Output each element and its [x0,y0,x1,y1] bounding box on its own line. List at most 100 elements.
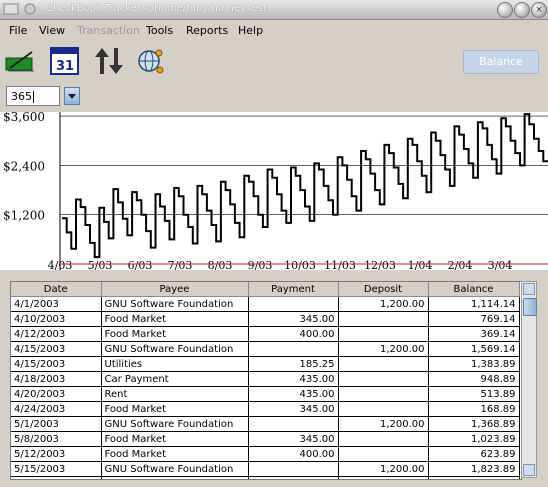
cell-balance[interactable]: 1,823.89 [428,461,520,477]
table-row[interactable]: 5/15/2003 GNU Software Foundation 1,200.00… [11,461,520,477]
cell-date[interactable]: 5/1/2003 [11,416,102,432]
sticky-icon[interactable] [22,2,38,16]
cell-payee[interactable]: GNU Software Foundation [101,296,249,312]
cell-date[interactable]: 5/12/2003 [11,446,102,462]
cell-balance[interactable]: 1,569.14 [428,341,520,357]
cell-balance[interactable]: 948.89 [428,371,520,387]
cell-balance[interactable]: 623.89 [428,446,520,462]
cell-balance[interactable]: 1,023.89 [428,431,520,447]
transaction-table[interactable]: Date Payee Payment Deposit Balance 4/1/2… [10,281,522,480]
table-scrollbar[interactable] [521,281,537,478]
cell-payee[interactable]: GNU Software Foundation [101,461,249,477]
cell-payment[interactable]: 185.25 [248,356,339,372]
balance-button[interactable]: Balance [463,50,539,74]
cell-date[interactable]: 4/18/2003 [11,371,102,387]
table-row[interactable]: 4/1/2003 GNU Software Foundation 1,200.00 1… [11,296,520,312]
cell-deposit[interactable]: 1,200.00 [338,296,429,312]
cell-payment[interactable] [248,296,339,312]
table-row[interactable]: 4/24/2003 Food Market 345.00 168.89 [11,401,520,417]
days-input[interactable]: 365 [6,86,60,106]
close-button[interactable]: × [531,2,547,18]
menu-help[interactable]: Help [238,24,263,37]
cell-deposit[interactable]: 1,200.00 [338,416,429,432]
cell-balance[interactable]: 1,368.89 [428,416,520,432]
scroll-thumb[interactable] [523,298,537,316]
cell-deposit[interactable] [338,326,429,342]
horizontal-scroll-strip[interactable] [0,480,548,487]
cell-date[interactable]: 4/20/2003 [11,386,102,402]
cell-balance[interactable]: 168.89 [428,401,520,417]
column-header-date[interactable]: Date [11,282,102,297]
cell-payee[interactable]: Utilities [101,356,249,372]
menu-tools[interactable]: Tools [146,24,173,37]
window-menu-icon[interactable] [3,2,19,16]
scroll-up-arrow[interactable] [523,283,535,295]
maximize-button[interactable] [514,2,530,18]
cell-deposit[interactable] [338,386,429,402]
cell-payment[interactable]: 345.00 [248,431,339,447]
cell-deposit[interactable] [338,431,429,447]
cell-payee[interactable]: Food Market [101,326,249,342]
table-row[interactable]: 4/15/2003 GNU Software Foundation 1,200.00… [11,341,520,357]
table-row[interactable]: 4/15/2003 Utilities 185.25 1,383.89 [11,356,520,372]
scroll-down-arrow[interactable] [523,464,535,476]
column-header-payment[interactable]: Payment [248,282,339,297]
cell-balance[interactable]: 369.14 [428,326,520,342]
cell-deposit[interactable] [338,311,429,327]
table-row[interactable]: 4/18/2003 Car Payment 435.00 948.89 [11,371,520,387]
cell-date[interactable]: 5/8/2003 [11,431,102,447]
cell-date[interactable]: 4/15/2003 [11,341,102,357]
column-header-deposit[interactable]: Deposit [338,282,429,297]
title-bar[interactable]: CheckBook Tracker - /home/tony/money.tes… [0,0,548,20]
table-row[interactable]: 5/1/2003 GNU Software Foundation 1,200.00 1… [11,416,520,432]
cell-payee[interactable]: Rent [101,386,249,402]
menu-view[interactable]: View [39,24,65,37]
cell-balance[interactable]: 1,114.14 [428,296,520,312]
cell-payee[interactable]: Food Market [101,401,249,417]
minimize-button[interactable] [497,2,513,18]
table-row[interactable]: 5/8/2003 Food Market 345.00 1,023.89 [11,431,520,447]
cell-payment[interactable]: 345.00 [248,311,339,327]
transfer-arrows-icon[interactable] [92,44,126,78]
cell-deposit[interactable] [338,401,429,417]
table-row[interactable]: 4/12/2003 Food Market 400.00 369.14 [11,326,520,342]
globe-network-icon[interactable] [134,44,168,78]
cell-date[interactable]: 4/24/2003 [11,401,102,417]
checkbook-pen-icon[interactable] [4,44,38,78]
cell-payment[interactable] [248,341,339,357]
cell-deposit[interactable] [338,446,429,462]
cell-payee[interactable]: Car Payment [101,371,249,387]
cell-payment[interactable]: 400.00 [248,446,339,462]
menu-file[interactable]: File [9,24,27,37]
column-header-payee[interactable]: Payee [101,282,249,297]
table-row[interactable]: 5/12/2003 Food Market 400.00 623.89 [11,446,520,462]
cell-deposit[interactable] [338,356,429,372]
table-row[interactable]: 4/20/2003 Rent 435.00 513.89 [11,386,520,402]
cell-payee[interactable]: Food Market [101,446,249,462]
cell-deposit[interactable] [338,371,429,387]
cell-payee[interactable]: Food Market [101,431,249,447]
column-header-balance[interactable]: Balance [428,282,520,297]
cell-payment[interactable]: 345.00 [248,401,339,417]
cell-date[interactable]: 4/12/2003 [11,326,102,342]
cell-deposit[interactable]: 1,200.00 [338,461,429,477]
cell-payee[interactable]: Food Market [101,311,249,327]
menu-reports[interactable]: Reports [186,24,228,37]
calendar-icon[interactable]: 31 [48,44,82,78]
cell-payment[interactable]: 435.00 [248,386,339,402]
cell-payee[interactable]: GNU Software Foundation [101,341,249,357]
cell-payment[interactable]: 435.00 [248,371,339,387]
cell-payee[interactable]: GNU Software Foundation [101,416,249,432]
cell-deposit[interactable]: 1,200.00 [338,341,429,357]
cell-date[interactable]: 5/15/2003 [11,461,102,477]
cell-payment[interactable] [248,416,339,432]
cell-payment[interactable] [248,461,339,477]
cell-balance[interactable]: 769.14 [428,311,520,327]
cell-balance[interactable]: 513.89 [428,386,520,402]
cell-date[interactable]: 4/15/2003 [11,356,102,372]
table-row[interactable]: 4/10/2003 Food Market 345.00 769.14 [11,311,520,327]
cell-date[interactable]: 4/1/2003 [11,296,102,312]
cell-date[interactable]: 4/10/2003 [11,311,102,327]
menu-transaction[interactable]: Transaction [77,24,140,37]
days-dropdown-button[interactable] [64,87,80,105]
